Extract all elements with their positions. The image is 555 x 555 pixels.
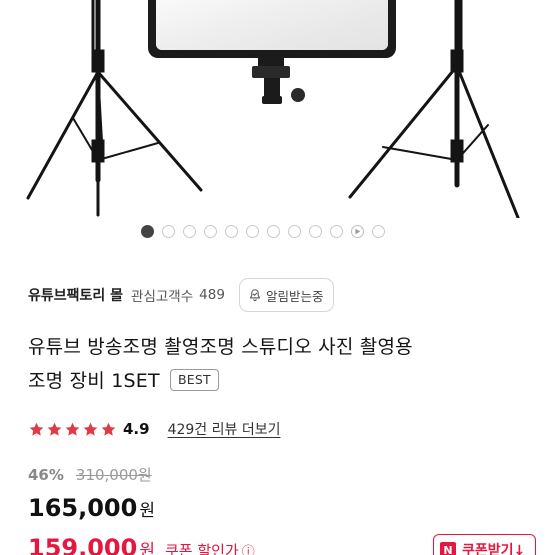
carousel-dot[interactable] (204, 224, 217, 238)
coupon-price-label: 쿠폰 할인가 (164, 542, 239, 555)
rating-row: 4.9 429건 리뷰 더보기 (28, 417, 280, 441)
rating-stars (28, 421, 117, 438)
best-badge: BEST (170, 369, 219, 391)
carousel-dot[interactable] (162, 224, 175, 238)
star-icon (47, 422, 62, 436)
reviews-link[interactable]: 429건 리뷰 더보기 (168, 419, 281, 439)
carousel-dot[interactable] (225, 224, 238, 238)
star-icon (83, 422, 98, 436)
carousel-dot[interactable] (246, 224, 259, 238)
product-page: 유튜브팩토리 몰 관심고객수 489 알림받는중 유튜브 방송조명 촬영조명 스… (0, 0, 555, 555)
original-price: 310,000원 (75, 466, 152, 484)
star-icon (29, 422, 44, 436)
notification-toggle-button[interactable]: 알림받는중 (238, 278, 335, 312)
sale-price: 165,000 (28, 494, 138, 522)
carousel-indicators[interactable] (141, 222, 385, 240)
star-icon (65, 422, 80, 436)
product-title-line2: 조명 장비 1SET (28, 370, 160, 392)
carousel-dot[interactable] (141, 224, 154, 238)
carousel-dot[interactable] (183, 224, 196, 238)
coupon-price: 159,000 (28, 534, 138, 555)
led-panel (148, 0, 396, 104)
seller-row: 유튜브팩토리 몰 관심고객수 489 알림받는중 (28, 278, 535, 312)
sale-price-unit: 원 (139, 501, 155, 521)
info-icon[interactable]: ⓘ (242, 541, 255, 555)
coupon-price-unit: 원 (139, 541, 155, 555)
product-title-line1: 유튜브 방송조명 촬영조명 스튜디오 사진 촬영용 (28, 336, 413, 358)
subscribers-count: 489 (199, 287, 225, 303)
product-title: 유튜브 방송조명 촬영조명 스튜디오 사진 촬영용 조명 장비 1SET BES… (28, 330, 528, 398)
lighting-kit-illustration (26, 0, 520, 218)
get-coupon-button[interactable]: N 쿠폰받기↓ (433, 534, 537, 555)
product-image[interactable] (0, 0, 555, 218)
carousel-dot[interactable] (267, 224, 280, 238)
play-icon (355, 228, 361, 234)
star-icon (101, 422, 116, 436)
naver-n-icon: N (440, 542, 456, 555)
bell-check-icon (250, 289, 260, 302)
rating-value: 4.9 (123, 420, 150, 438)
carousel-dot[interactable] (309, 224, 322, 238)
discount-row: 46% 310,000원 (28, 464, 152, 485)
sale-price-row: 165,000 원 (28, 494, 155, 522)
coupon-price-row: 159,000 원 쿠폰 할인가 ⓘ N 쿠폰받기↓ (28, 534, 555, 555)
carousel-dot[interactable] (372, 224, 385, 238)
notification-toggle-label: 알림받는중 (265, 288, 324, 304)
store-name-link[interactable]: 유튜브팩토리 몰 (28, 285, 123, 305)
get-coupon-label: 쿠폰받기↓ (462, 543, 526, 555)
carousel-dot[interactable] (288, 224, 301, 238)
carousel-dot[interactable] (330, 224, 343, 238)
carousel-dot-video[interactable] (351, 224, 364, 238)
subscribers-label: 관심고객수 (131, 289, 194, 305)
discount-rate: 46% (28, 466, 64, 484)
